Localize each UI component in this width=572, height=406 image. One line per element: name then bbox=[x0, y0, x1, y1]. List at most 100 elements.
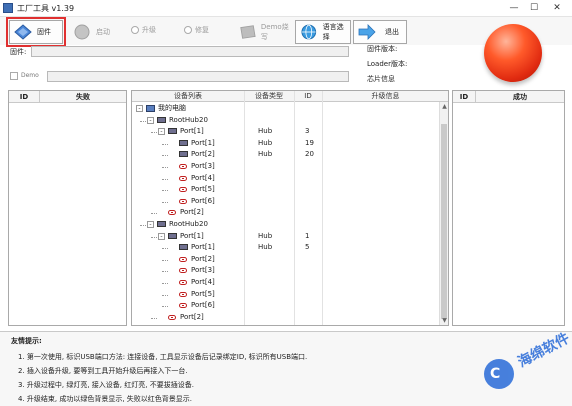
device-tree-row[interactable]: Port[2] bbox=[132, 207, 440, 218]
device-id: 3 bbox=[305, 127, 310, 136]
success-id-header: ID bbox=[453, 91, 475, 103]
device-tree-row[interactable]: Port[4] bbox=[132, 173, 440, 184]
exit-arrow-icon bbox=[358, 24, 376, 40]
status-indicator-button[interactable] bbox=[484, 24, 542, 82]
tree-connector bbox=[162, 294, 168, 296]
device-name: 我的电脑 bbox=[158, 104, 186, 112]
firmware-label: 固件: bbox=[10, 48, 27, 56]
tree-connector bbox=[162, 271, 168, 273]
demo-label: Demo bbox=[21, 72, 39, 79]
tree-connector bbox=[151, 213, 157, 215]
demo-checkbox[interactable] bbox=[10, 72, 18, 80]
chip-info-label: 芯片信息 bbox=[367, 75, 395, 83]
scroll-up-arrow-icon[interactable]: ▲ bbox=[440, 102, 448, 111]
device-tree-row[interactable]: Port[1] Hub 19 bbox=[132, 138, 440, 149]
device-id: 1 bbox=[305, 231, 310, 240]
tip-line: 2. 插入设备升级, 要等到工具开始升级后再接入下一台. bbox=[18, 367, 188, 375]
usb-hub-icon bbox=[179, 151, 188, 158]
device-tree-row[interactable]: Port[6] bbox=[132, 196, 440, 207]
device-type: Hub bbox=[258, 138, 273, 147]
device-id: 5 bbox=[305, 243, 310, 252]
window-title: 工厂工具 v1.39 bbox=[17, 4, 75, 13]
title-bar: 工厂工具 v1.39 — ☐ ✕ bbox=[0, 0, 572, 17]
tree-expander-icon[interactable]: - bbox=[136, 105, 143, 112]
device-tree-row[interactable]: - 我的电脑 bbox=[132, 103, 440, 114]
device-name: Port[3] bbox=[191, 162, 215, 170]
upgrade-radio[interactable]: 升级 bbox=[131, 25, 156, 35]
tree-expander-icon[interactable]: - bbox=[147, 221, 154, 228]
success-title-header: 成功 bbox=[476, 91, 564, 103]
tip-line: 4. 升级结束, 成功以绿色背景显示, 失败以红色背景显示. bbox=[18, 395, 193, 403]
demo-path-field bbox=[47, 71, 349, 82]
device-tree-row[interactable]: Port[3] bbox=[132, 265, 440, 276]
device-tree-row[interactable]: Port[4] bbox=[132, 277, 440, 288]
device-tree-row[interactable]: - RootHub20 bbox=[132, 219, 440, 230]
repair-radio[interactable]: 修复 bbox=[184, 25, 209, 35]
success-list-panel: ID 成功 bbox=[452, 90, 565, 326]
device-name: Port[2] bbox=[191, 254, 215, 263]
tree-expander-icon[interactable]: - bbox=[147, 116, 154, 124]
device-tree-table: 设备列表 设备类型 ID 升级信息 - 我的电脑 - RootHub20- Port[1… bbox=[131, 90, 449, 326]
firmware-button[interactable]: 固件 bbox=[6, 17, 66, 47]
start-button[interactable]: 启动 bbox=[68, 20, 118, 44]
tree-connector bbox=[151, 317, 157, 319]
device-tree-row[interactable]: - Port[1] Hub 3 bbox=[132, 126, 440, 137]
usb-port-icon bbox=[179, 187, 187, 193]
device-name: Port[1] bbox=[191, 138, 215, 147]
device-tree-row[interactable]: - RootHub20 bbox=[132, 115, 440, 126]
device-tree-row[interactable]: Port[2] Hub 20 bbox=[132, 149, 440, 160]
device-tree-row[interactable]: Port[5] bbox=[132, 184, 440, 195]
usb-hub-icon bbox=[157, 221, 166, 227]
tree-expander-icon[interactable]: - bbox=[158, 128, 165, 136]
scroll-down-arrow-icon[interactable]: ▼ bbox=[440, 316, 448, 325]
start-icon bbox=[74, 24, 90, 40]
loader-version-label: Loader版本: bbox=[367, 60, 408, 68]
device-tree-row[interactable]: Port[2] bbox=[132, 254, 440, 265]
tree-connector bbox=[162, 143, 168, 145]
device-name: Port[3] bbox=[191, 266, 215, 275]
device-name: Port[5] bbox=[191, 289, 215, 298]
maximize-button[interactable]: ☐ bbox=[527, 2, 541, 14]
repair-radio-circle[interactable] bbox=[184, 26, 192, 34]
usb-port-icon bbox=[179, 164, 187, 169]
device-list-header: 设备列表 bbox=[132, 91, 244, 102]
minimize-button[interactable]: — bbox=[507, 2, 521, 14]
device-tree-row[interactable]: Port[2] bbox=[132, 312, 440, 323]
usb-port-icon bbox=[168, 210, 176, 216]
device-id-header: ID bbox=[294, 91, 322, 102]
device-tree-row[interactable]: Port[6] bbox=[132, 300, 440, 311]
device-tree-row[interactable]: - Port[1] Hub 1 bbox=[132, 231, 440, 242]
usb-port-icon bbox=[168, 314, 176, 320]
device-tree-row[interactable]: Port[3] bbox=[132, 161, 440, 172]
device-id: 19 bbox=[305, 138, 314, 147]
tree-expander-icon[interactable]: - bbox=[158, 232, 165, 240]
usb-hub-icon bbox=[168, 232, 177, 239]
exit-button[interactable]: 退出 bbox=[353, 20, 407, 44]
usb-hub-icon bbox=[168, 128, 177, 135]
failed-id-header: ID bbox=[9, 91, 39, 103]
device-tree-row[interactable]: Port[1] Hub 5 bbox=[132, 242, 440, 253]
firmware-version-label: 固件版本: bbox=[367, 45, 398, 53]
close-button[interactable]: ✕ bbox=[550, 2, 564, 14]
scrollbar-thumb[interactable] bbox=[441, 124, 447, 319]
upgrade-radio-circle[interactable] bbox=[131, 26, 139, 34]
tree-connector bbox=[162, 306, 168, 308]
device-name: Port[1] bbox=[180, 231, 204, 240]
tree-connector bbox=[162, 248, 168, 250]
device-name: Port[6] bbox=[191, 301, 215, 310]
device-name: Port[4] bbox=[191, 173, 215, 182]
device-tree-row[interactable]: Port[5] bbox=[132, 289, 440, 300]
language-icon bbox=[301, 24, 317, 40]
language-button[interactable]: 语言选择 bbox=[295, 20, 351, 44]
tree-connector bbox=[162, 190, 168, 192]
device-name: Port[4] bbox=[191, 278, 215, 286]
usb-hub-icon bbox=[157, 116, 166, 123]
tree-connector bbox=[162, 283, 168, 284]
device-table-scrollbar[interactable]: ▲ ▼ bbox=[439, 102, 448, 325]
usb-port-icon bbox=[179, 291, 187, 297]
app-icon bbox=[3, 3, 13, 13]
demo-write-button[interactable]: Demo烧写 bbox=[235, 20, 293, 44]
usb-port-icon bbox=[179, 268, 187, 274]
device-type: Hub bbox=[258, 243, 273, 252]
failed-list-panel: ID 失败 bbox=[8, 90, 127, 326]
